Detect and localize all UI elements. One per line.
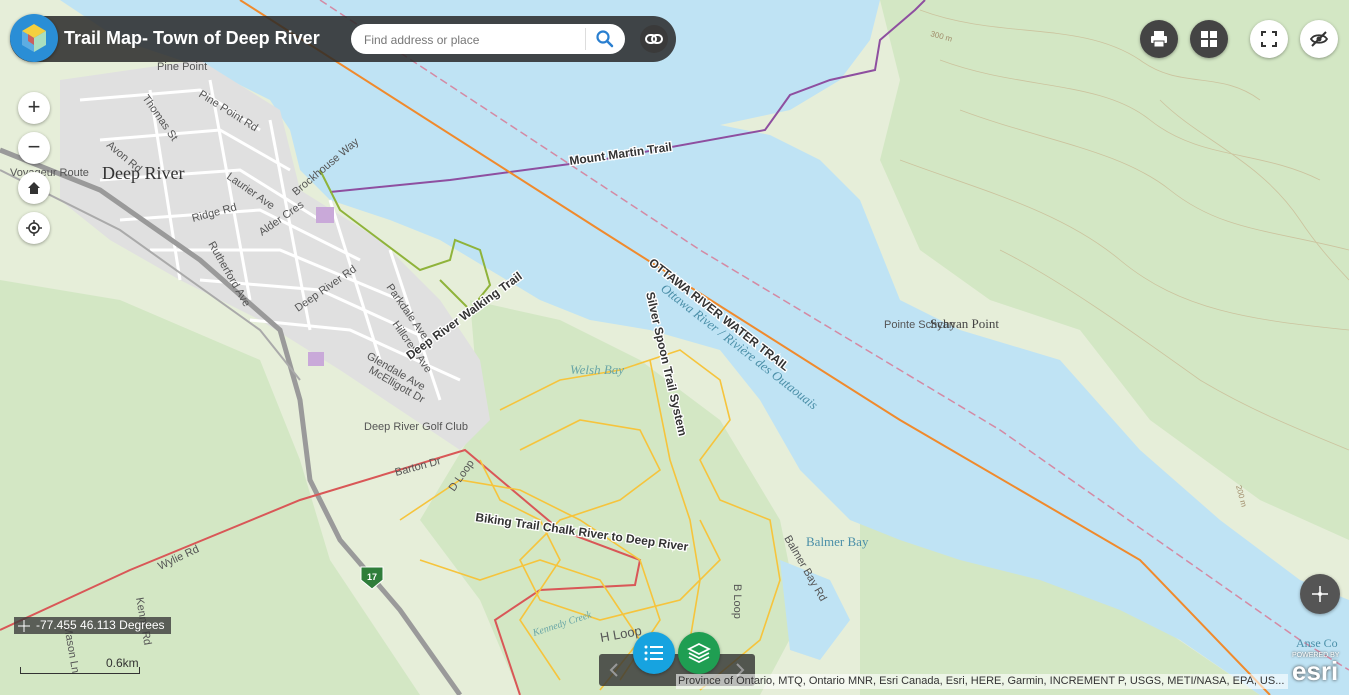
label-anse: Anse Co <box>1296 636 1338 650</box>
coordinate-text: -77.455 46.113 Degrees <box>36 618 165 632</box>
print-button[interactable] <box>1140 20 1178 58</box>
gallery-button[interactable] <box>1190 20 1228 58</box>
layers-button[interactable] <box>678 632 720 674</box>
esri-wordmark: esri <box>1292 656 1339 686</box>
crosshair-icon <box>18 620 30 632</box>
label-welsh-bay: Welsh Bay <box>570 362 624 377</box>
search-button[interactable] <box>592 27 618 51</box>
eye-slash-icon <box>1309 31 1329 47</box>
search-divider <box>585 28 586 50</box>
home-button[interactable] <box>18 172 50 204</box>
zoom-out-button[interactable]: − <box>18 132 50 164</box>
legend-list-button[interactable] <box>633 632 675 674</box>
label-pine-point: Pine Point <box>157 61 207 73</box>
locate-icon <box>26 220 42 236</box>
search-input[interactable] <box>362 30 586 50</box>
label-b-loop: B Loop <box>731 584 743 619</box>
label-balmer-bay: Balmer Bay <box>806 534 869 549</box>
compass-icon <box>1312 586 1328 602</box>
map-canvas[interactable]: 17 Pine Point Voyageur Route Thomas St P… <box>0 0 1349 695</box>
chevron-left-icon[interactable] <box>605 660 625 680</box>
fullscreen-button[interactable] <box>1250 20 1288 58</box>
toggle-visibility-button[interactable] <box>1300 20 1338 58</box>
coordinate-readout[interactable]: -77.455 46.113 Degrees <box>14 617 171 634</box>
share-link-button[interactable] <box>640 25 668 53</box>
search-icon <box>596 30 614 48</box>
compass-button[interactable] <box>1300 574 1340 614</box>
link-icon <box>645 34 663 44</box>
app-logo-icon <box>10 14 58 62</box>
home-icon <box>28 182 40 194</box>
fullscreen-icon <box>1261 31 1277 47</box>
building <box>316 207 334 223</box>
highway-shield-label: 17 <box>367 572 377 582</box>
label-schyan-point: Schyan Point <box>930 316 999 331</box>
label-town-deep-river: Deep River <box>102 163 184 183</box>
label-golf-club: Deep River Golf Club <box>364 421 468 433</box>
grid-icon <box>1201 31 1217 47</box>
building <box>308 352 324 366</box>
map-attribution[interactable]: Province of Ontario, MTQ, Ontario MNR, E… <box>676 674 1288 689</box>
esri-logo[interactable]: POWERED BY esri <box>1292 652 1339 686</box>
layers-icon <box>687 642 711 664</box>
list-icon <box>644 645 663 661</box>
scale-bar <box>20 667 140 674</box>
app-title: Trail Map- Town of Deep River <box>64 28 320 48</box>
printer-icon <box>1151 31 1167 48</box>
locate-button[interactable] <box>18 212 50 244</box>
zoom-in-button[interactable]: + <box>18 92 50 124</box>
